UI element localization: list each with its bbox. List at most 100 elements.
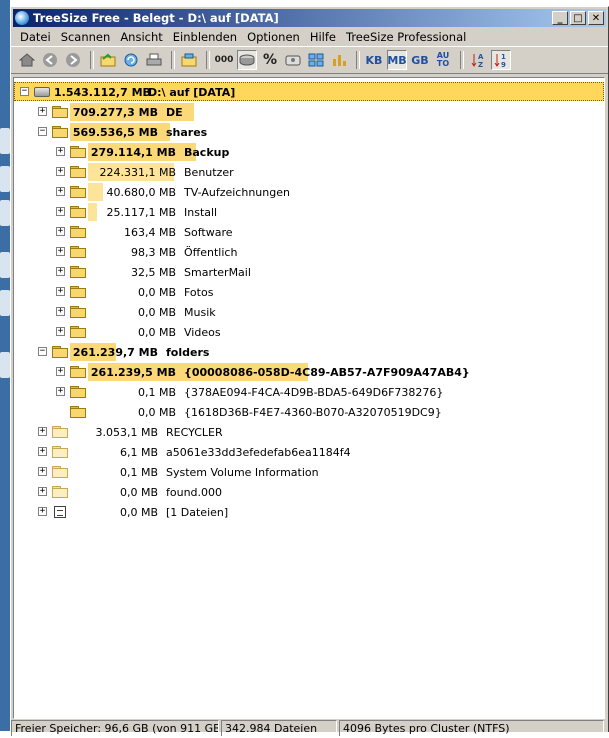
scan-folder-icon[interactable] xyxy=(98,50,118,70)
folder-name: SmarterMail xyxy=(184,265,251,279)
size-label: 25.117,1 MB xyxy=(106,205,176,219)
svg-text:9: 9 xyxy=(501,61,506,68)
tree-row[interactable]: +0,1 MB {378AE094-F4CA-4D9B-BDA5-649D6F73… xyxy=(14,382,604,402)
collapse-icon[interactable]: − xyxy=(38,347,47,356)
expand-icon[interactable]: + xyxy=(56,167,65,176)
print-icon[interactable] xyxy=(144,50,164,70)
percent-icon[interactable]: % xyxy=(260,50,280,70)
tree-row[interactable]: +0,1 MB System Volume Information xyxy=(14,462,604,482)
expand-icon[interactable]: + xyxy=(38,507,47,516)
expand-icon[interactable]: + xyxy=(56,367,65,376)
home-icon[interactable] xyxy=(17,50,37,70)
desktop-icon[interactable] xyxy=(0,166,10,192)
size-label: 40.680,0 MB xyxy=(106,185,176,199)
size-label: 0,0 MB xyxy=(137,285,176,299)
size-label: 0,0 MB xyxy=(137,325,176,339)
tree-row[interactable]: +6,1 MB a5061e33dd3efedefab6ea1184f4 xyxy=(14,442,604,462)
expand-icon[interactable]: + xyxy=(38,107,47,116)
tree-row[interactable]: +98,3 MB Öffentlich xyxy=(14,242,604,262)
desktop-icon[interactable] xyxy=(0,200,10,226)
menu-einblenden[interactable]: Einblenden xyxy=(168,30,242,44)
tree-row[interactable]: +0,0 MB Fotos xyxy=(14,282,604,302)
menu-treesize-professional[interactable]: TreeSize Professional xyxy=(341,30,471,44)
disk-icon[interactable] xyxy=(283,50,303,70)
tree-row[interactable]: +224.331,1 MB Benutzer xyxy=(14,162,604,182)
tree-row[interactable]: − 1.543.112,7 MB D:\ auf [DATA] xyxy=(14,82,604,102)
app-icon[interactable] xyxy=(15,11,29,25)
tree-row[interactable]: +0,0 MB Musik xyxy=(14,302,604,322)
unit-kb-button[interactable]: KB xyxy=(364,50,384,70)
expand-icon[interactable]: + xyxy=(38,487,47,496)
tree-row[interactable]: +261.239,5 MB {00008086-058D-4C89-AB57-A7… xyxy=(14,362,604,382)
export-icon[interactable] xyxy=(179,50,199,70)
expand-icon[interactable]: + xyxy=(38,467,47,476)
tree-row[interactable]: +709.277,3 MB DE xyxy=(14,102,604,122)
expand-icon[interactable]: + xyxy=(56,187,65,196)
refresh-icon[interactable] xyxy=(121,50,141,70)
menu-hilfe[interactable]: Hilfe xyxy=(305,30,341,44)
unit-mb-button[interactable]: MB xyxy=(387,50,407,70)
chart-icon[interactable] xyxy=(329,50,349,70)
title-bar[interactable]: TreeSize Free - Belegt - D:\ auf [DATA] … xyxy=(13,9,606,27)
folder-name: a5061e33dd3efedefab6ea1184f4 xyxy=(166,445,351,459)
close-button[interactable]: ✕ xyxy=(588,11,604,25)
menu-ansicht[interactable]: Ansicht xyxy=(115,30,167,44)
expand-icon[interactable]: + xyxy=(56,307,65,316)
tree-row[interactable]: +25.117,1 MB Install xyxy=(14,202,604,222)
maximize-button[interactable]: □ xyxy=(570,11,586,25)
file-icon xyxy=(54,506,66,518)
size-label: 3.053,1 MB xyxy=(95,425,158,439)
desktop-icon[interactable] xyxy=(0,252,10,278)
menu-datei[interactable]: Datei xyxy=(15,30,56,44)
tree-row[interactable]: +3.053,1 MB RECYCLER xyxy=(14,422,604,442)
folder-name: {378AE094-F4CA-4D9B-BDA5-649D6F738276} xyxy=(184,385,444,399)
sort-az-icon[interactable]: AZ xyxy=(468,50,488,70)
tree-row[interactable]: +40.680,0 MB TV-Aufzeichnungen xyxy=(14,182,604,202)
forward-icon[interactable] xyxy=(63,50,83,70)
size-label: 98,3 MB xyxy=(130,245,176,259)
size-label: 6,1 MB xyxy=(119,445,158,459)
expand-icon[interactable]: + xyxy=(56,327,65,336)
expand-icon[interactable]: + xyxy=(56,147,65,156)
expand-icon[interactable]: + xyxy=(38,427,47,436)
tree-row[interactable]: 0,0 MB {1618D36B-F4E7-4360-B070-A32070519… xyxy=(14,402,604,422)
sort-19-icon[interactable]: 19 xyxy=(491,50,511,70)
tree-row[interactable]: +32,5 MB SmarterMail xyxy=(14,262,604,282)
expand-icon[interactable]: + xyxy=(38,447,47,456)
tree-row[interactable]: +0,0 MB found.000 xyxy=(14,482,604,502)
desktop-icon[interactable] xyxy=(0,290,10,316)
menu-scannen[interactable]: Scannen xyxy=(56,30,116,44)
expand-icon[interactable]: + xyxy=(56,227,65,236)
unit-gb-button[interactable]: GB xyxy=(410,50,430,70)
back-icon[interactable] xyxy=(40,50,60,70)
desktop-icon[interactable] xyxy=(0,352,10,378)
desktop-icon[interactable] xyxy=(0,128,10,154)
folder-name: shares xyxy=(166,125,208,139)
folder-name: {1618D36B-F4E7-4360-B070-A32070519DC9} xyxy=(184,405,442,419)
expand-icon[interactable]: + xyxy=(56,207,65,216)
tree-row[interactable]: − 261.239,7 MB folders xyxy=(14,342,604,362)
columns-icon[interactable] xyxy=(306,50,326,70)
folder-tree[interactable]: − 1.543.112,7 MB D:\ auf [DATA] +709.277,3 … xyxy=(13,77,605,719)
size-label: 32,5 MB xyxy=(130,265,176,279)
expand-icon[interactable]: + xyxy=(56,387,65,396)
tree-row[interactable]: − 569.536,5 MB shares xyxy=(14,122,604,142)
collapse-icon[interactable]: − xyxy=(20,87,29,96)
tree-row[interactable]: +279.114,1 MB Backup xyxy=(14,142,604,162)
tree-row[interactable]: +0,0 MB [1 Dateien] xyxy=(14,502,604,522)
tree-row[interactable]: +163,4 MB Software xyxy=(14,222,604,242)
folder-name: DE xyxy=(166,105,183,119)
collapse-icon[interactable]: − xyxy=(38,127,47,136)
expand-icon[interactable]: + xyxy=(56,247,65,256)
status-free-space: Freier Speicher: 96,6 GB (von 911 GB) xyxy=(11,720,219,736)
expand-icon[interactable]: + xyxy=(56,287,65,296)
menu-optionen[interactable]: Optionen xyxy=(242,30,305,44)
folder-name: Öffentlich xyxy=(184,245,238,259)
size-icon[interactable] xyxy=(237,50,257,70)
unit-auto-button[interactable]: AU TO xyxy=(433,50,453,70)
expand-icon[interactable]: + xyxy=(56,267,65,276)
tree-row[interactable]: +0,0 MB Videos xyxy=(14,322,604,342)
minimize-button[interactable]: _ xyxy=(552,11,568,25)
folder-icon xyxy=(70,326,86,338)
count-icon[interactable]: 000 xyxy=(214,50,234,70)
